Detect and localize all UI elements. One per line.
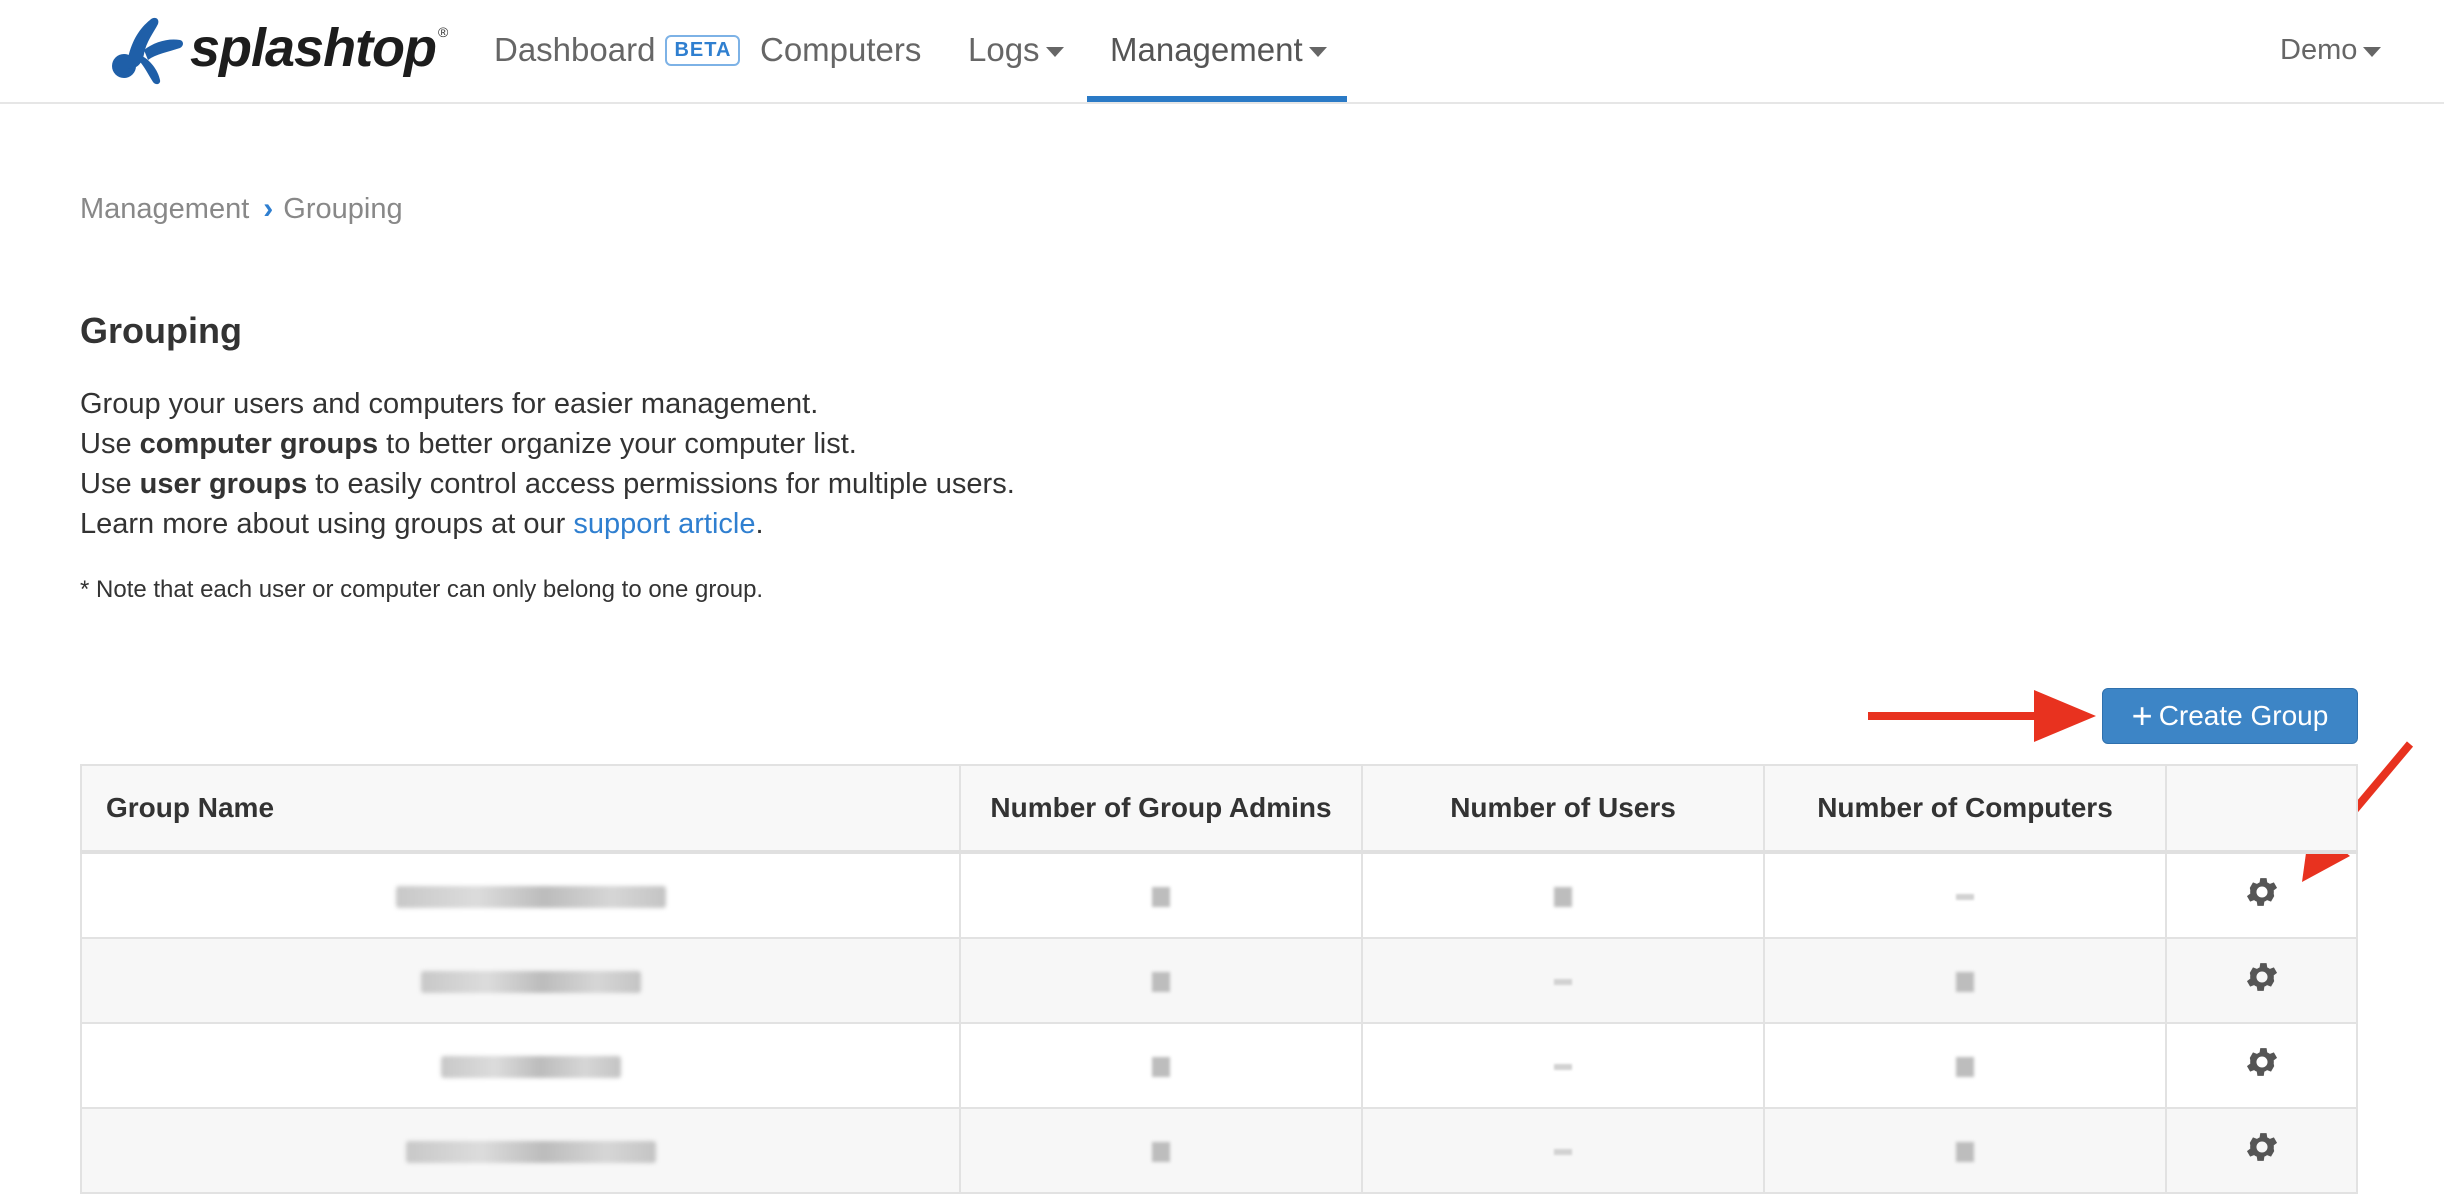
gear-icon[interactable] [2243, 1128, 2281, 1173]
caret-down-icon [2363, 47, 2382, 57]
redacted-group-name [421, 971, 641, 994]
group-admins-cell [959, 937, 1363, 1024]
gear-icon[interactable] [2243, 873, 2281, 918]
page-description: Group your users and computers for easie… [80, 384, 1015, 544]
column-header-actions [2165, 764, 2358, 854]
column-header-group-name[interactable]: Group Name [80, 764, 961, 854]
nav-computers-label: Computers [760, 31, 922, 68]
redacted-value [1554, 979, 1572, 986]
column-header-users[interactable]: Number of Users [1361, 764, 1765, 854]
description-line-1: Group your users and computers for easie… [80, 388, 819, 420]
nav-computers[interactable]: Computers [760, 0, 921, 100]
line3-text-end: to easily control access permissions for… [307, 468, 1015, 500]
breadcrumb-management[interactable]: Management [80, 193, 249, 226]
gear-icon[interactable] [2243, 1043, 2281, 1088]
table-row [80, 1107, 2358, 1194]
computers-cell [1763, 937, 2167, 1024]
actions-cell [2165, 937, 2358, 1024]
actions-cell [2165, 1022, 2358, 1109]
redacted-group-name [406, 1141, 656, 1164]
support-article-link[interactable]: support article [573, 508, 755, 540]
redacted-value [1554, 1064, 1572, 1071]
redacted-group-name [396, 886, 666, 909]
actions-cell [2165, 851, 2358, 939]
description-line-3: Use user groups to easily control access… [80, 464, 1015, 504]
top-navigation: splashtop ® Dashboard BETA Computers Log… [0, 0, 2444, 104]
line3-text: Use [80, 468, 140, 500]
column-header-computers[interactable]: Number of Computers [1763, 764, 2167, 854]
group-admins-cell [959, 1022, 1363, 1109]
group-name-cell[interactable] [80, 1022, 961, 1109]
nav-logs[interactable]: Logs [968, 0, 1064, 100]
caret-down-icon [1045, 47, 1064, 57]
chevron-right-icon: › [263, 192, 274, 225]
table-row [80, 937, 2358, 1024]
splashtop-logo[interactable]: splashtop ® [110, 10, 448, 86]
group-name-cell[interactable] [80, 1107, 961, 1194]
users-cell [1361, 851, 1765, 939]
column-header-group-admins[interactable]: Number of Group Admins [959, 764, 1363, 854]
redacted-value [1554, 887, 1572, 908]
table-row [80, 1022, 2358, 1109]
gear-icon[interactable] [2243, 958, 2281, 1003]
description-line-2: Use computer groups to better organize y… [80, 424, 1015, 464]
brand-name: splashtop [190, 18, 437, 78]
line4-text-end: . [755, 508, 764, 540]
redacted-value [1152, 1142, 1170, 1163]
users-cell [1361, 937, 1765, 1024]
users-cell [1361, 1022, 1765, 1109]
nav-dashboard[interactable]: Dashboard BETA [494, 0, 741, 100]
redacted-value [1152, 887, 1170, 908]
redacted-group-name [441, 1056, 621, 1079]
computers-cell [1763, 851, 2167, 939]
computers-cell [1763, 1022, 2167, 1109]
page-title: Grouping [80, 310, 242, 351]
caret-down-icon [1308, 47, 1327, 57]
redacted-value [1956, 1057, 1974, 1078]
description-line-4: Learn more about using groups at our sup… [80, 504, 1015, 544]
nav-management[interactable]: Management [1110, 0, 1327, 100]
redacted-value [1152, 1057, 1170, 1078]
groups-table: Group Name Number of Group Admins Number… [80, 764, 2358, 1194]
create-group-button[interactable]: + Create Group [2102, 688, 2358, 744]
nav-dashboard-label: Dashboard [494, 31, 656, 68]
group-note: * Note that each user or computer can on… [80, 576, 764, 603]
redacted-value [1554, 1149, 1572, 1156]
breadcrumb: Management › Grouping [80, 192, 403, 226]
table-row [80, 851, 2358, 939]
account-name: Demo [2280, 33, 2358, 66]
users-cell [1361, 1107, 1765, 1194]
line4-text: Learn more about using groups at our [80, 508, 574, 540]
table-header-row: Group Name Number of Group Admins Number… [80, 764, 2358, 854]
redacted-value [1956, 894, 1974, 901]
breadcrumb-grouping: Grouping [283, 192, 403, 225]
splashtop-logo-icon [112, 17, 183, 85]
beta-badge: BETA [665, 34, 741, 66]
group-name-cell[interactable] [80, 937, 961, 1024]
brand-registered-mark: ® [438, 24, 449, 40]
actions-cell [2165, 1107, 2358, 1194]
plus-icon: + [2131, 695, 2153, 736]
create-group-label: Create Group [2158, 700, 2329, 731]
redacted-value [1956, 972, 1974, 993]
nav-management-label: Management [1110, 31, 1303, 68]
line2-text-end: to better organize your computer list. [378, 428, 857, 460]
line2-text: Use [80, 428, 140, 460]
redacted-value [1956, 1142, 1974, 1163]
group-name-cell[interactable] [80, 851, 961, 939]
redacted-value [1152, 972, 1170, 993]
account-menu[interactable]: Demo [2280, 0, 2382, 100]
group-admins-cell [959, 851, 1363, 939]
user-groups-bold: user groups [139, 468, 308, 500]
group-admins-cell [959, 1107, 1363, 1194]
active-tab-indicator [1087, 96, 1347, 102]
computer-groups-bold: computer groups [139, 428, 379, 460]
nav-logs-label: Logs [968, 31, 1040, 68]
annotation-arrow-icon [1868, 690, 2096, 742]
computers-cell [1763, 1107, 2167, 1194]
